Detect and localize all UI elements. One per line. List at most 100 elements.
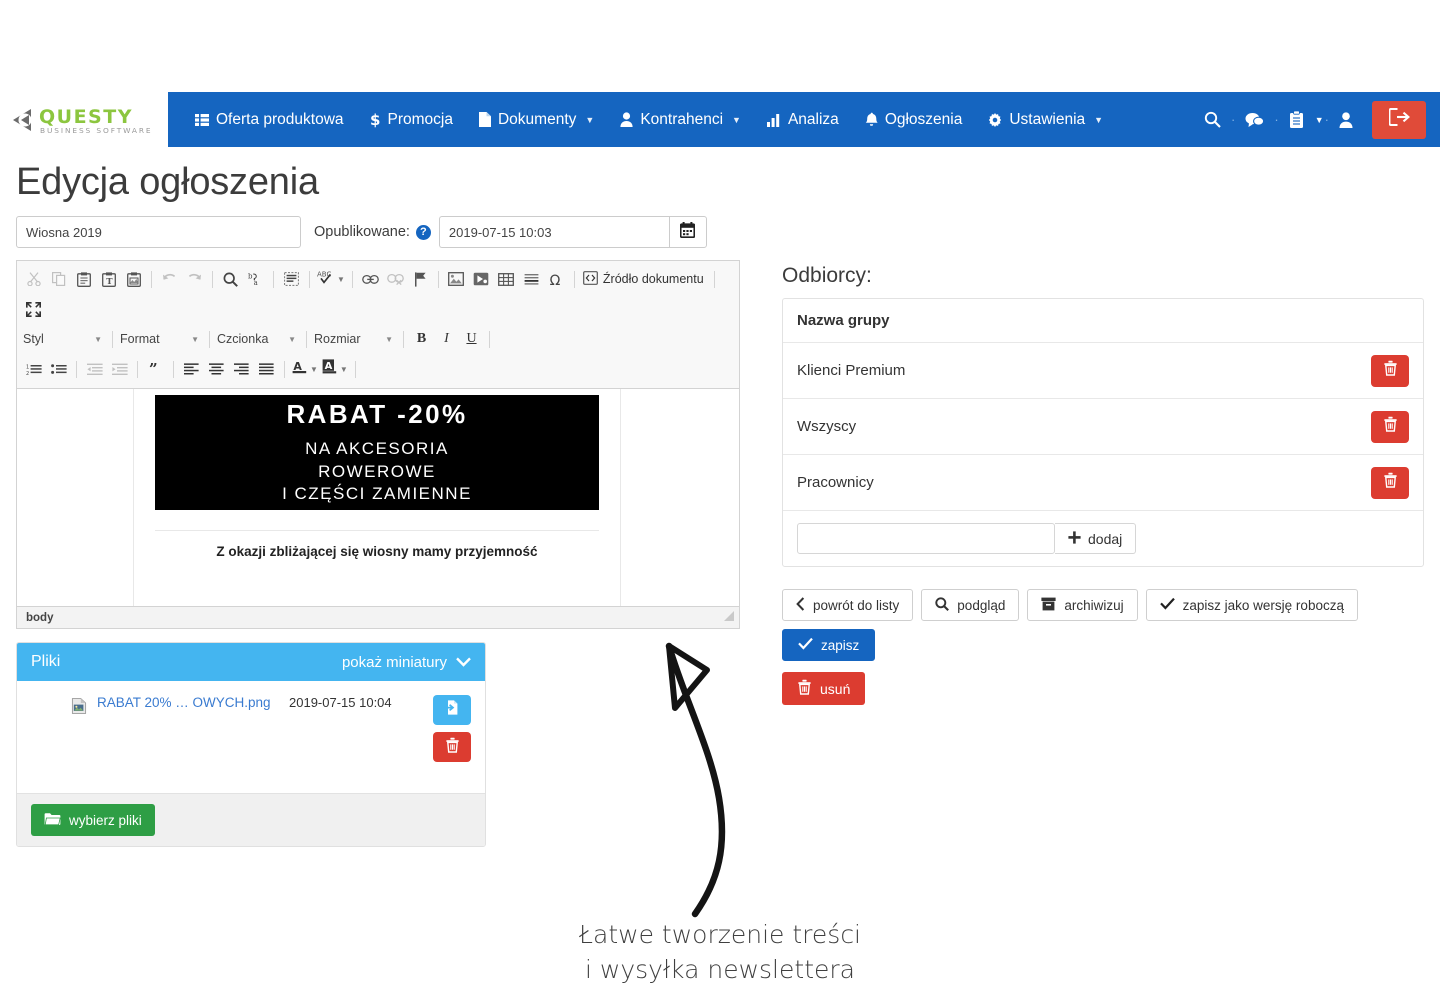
- paste-word-icon[interactable]: [121, 268, 146, 290]
- toolbar-separator: [212, 270, 213, 288]
- questy-logo-svg: QUESTY BUSINESS SOFTWARE: [13, 106, 153, 135]
- table-icon[interactable]: [494, 268, 519, 290]
- clipboard-icon[interactable]: [1280, 111, 1313, 128]
- align-left-icon[interactable]: [179, 358, 204, 380]
- toolbar-separator: [309, 270, 310, 288]
- undo-icon[interactable]: [157, 268, 182, 290]
- nav-item-kontrahenci[interactable]: Kontrahenci ▼: [607, 92, 754, 147]
- format-select[interactable]: Format ▼: [118, 328, 204, 350]
- logout-button[interactable]: [1372, 100, 1426, 139]
- search-icon[interactable]: [218, 268, 243, 290]
- source-code-label: Źródło dokumentu: [602, 272, 704, 286]
- bulleted-list-icon[interactable]: [46, 358, 71, 380]
- add-group-button[interactable]: dodaj: [1055, 523, 1137, 554]
- editor-toolbar-row-3: 12 ” A ▼ A ▼: [17, 354, 739, 388]
- size-select[interactable]: Rozmiar ▼: [312, 328, 398, 350]
- omega-icon[interactable]: Ω: [544, 268, 569, 290]
- nav-item-oferta-produktowa[interactable]: Oferta produktowa: [182, 92, 357, 147]
- nav-item-analiza[interactable]: Analiza: [754, 92, 852, 147]
- resize-handle-icon[interactable]: [723, 610, 735, 625]
- blockquote-icon[interactable]: ”: [143, 358, 168, 380]
- editor-document[interactable]: RABAT -20% NA AKCESORIA ROWEROWE I CZĘŚC…: [134, 389, 620, 606]
- editor-right-margin: [620, 389, 739, 606]
- archive-button[interactable]: archiwizuj: [1027, 589, 1138, 621]
- person-icon[interactable]: [1330, 111, 1362, 128]
- caption-text: Łatwe tworzenie treści i wysyłka newslet…: [0, 918, 1440, 987]
- file-download-icon: [444, 699, 461, 721]
- font-select-label: Czcionka: [217, 332, 269, 346]
- svg-text:BUSINESS SOFTWARE: BUSINESS SOFTWARE: [40, 126, 153, 135]
- text-color-button[interactable]: A ▼: [290, 359, 320, 379]
- numbered-list-icon[interactable]: 12: [21, 358, 46, 380]
- nav-item-ogloszenia[interactable]: Ogłoszenia: [852, 92, 976, 147]
- nav-label: Analiza: [787, 110, 839, 128]
- editor-content-area[interactable]: RABAT -20% NA AKCESORIA ROWEROWE I CZĘŚC…: [17, 388, 739, 606]
- image-icon[interactable]: [444, 268, 469, 290]
- link-icon[interactable]: [358, 268, 383, 290]
- paste-icon[interactable]: [71, 268, 96, 290]
- spellcheck-button[interactable]: ABC ▼: [315, 269, 347, 289]
- choose-files-button[interactable]: wybierz pliki: [31, 804, 155, 836]
- nav-item-dokumenty[interactable]: Dokumenty ▼: [466, 92, 607, 147]
- chat-icon[interactable]: [1236, 112, 1273, 128]
- outdent-icon[interactable]: [82, 358, 107, 380]
- save-draft-button[interactable]: zapisz jako wersję roboczą: [1145, 589, 1358, 621]
- select-all-icon[interactable]: [279, 268, 304, 290]
- toolbar-separator: [76, 360, 77, 378]
- page-title: Edycja ogłoszenia: [16, 161, 319, 203]
- bold-icon[interactable]: B: [409, 328, 434, 350]
- banner-subline-2: ROWEROWE: [318, 461, 436, 481]
- show-thumbnails-toggle[interactable]: pokaż miniatury: [342, 654, 471, 671]
- trash-icon: [445, 737, 460, 758]
- delete-group-button[interactable]: [1371, 466, 1409, 499]
- align-center-icon[interactable]: [204, 358, 229, 380]
- group-select[interactable]: [797, 523, 1055, 554]
- paste-text-icon[interactable]: T: [96, 268, 121, 290]
- underline-icon[interactable]: U: [459, 328, 484, 350]
- align-right-icon[interactable]: [229, 358, 254, 380]
- file-download-button[interactable]: [433, 695, 471, 725]
- redo-icon[interactable]: [182, 268, 207, 290]
- publish-date-input[interactable]: 2019-07-15 10:03: [438, 216, 669, 248]
- background-color-button[interactable]: A ▼: [320, 359, 350, 379]
- nav-item-promocja[interactable]: $ Promocja: [357, 92, 466, 147]
- media-icon[interactable]: [469, 268, 494, 290]
- file-name-link[interactable]: RABAT 20% … OWYCH.png: [97, 695, 289, 710]
- group-name: Klienci Premium: [797, 362, 906, 379]
- banner-headline: RABAT -20%: [286, 399, 468, 430]
- replace-icon[interactable]: ba: [243, 268, 268, 290]
- indent-icon[interactable]: [107, 358, 132, 380]
- style-select[interactable]: Styl ▼: [21, 328, 107, 350]
- italic-icon[interactable]: I: [434, 328, 459, 350]
- anchor-flag-icon[interactable]: [408, 268, 433, 290]
- search-icon[interactable]: [1195, 111, 1230, 128]
- font-select[interactable]: Czcionka ▼: [215, 328, 301, 350]
- calendar-button[interactable]: [668, 216, 707, 248]
- published-label-text: Opublikowane:: [314, 224, 410, 240]
- preview-button[interactable]: podgląd: [921, 589, 1020, 621]
- horizontal-rule-icon[interactable]: [519, 268, 544, 290]
- copy-icon[interactable]: [46, 268, 71, 290]
- banner-subline-3: I CZĘŚCI ZAMIENNE: [282, 484, 472, 504]
- question-mark-icon[interactable]: ?: [415, 224, 431, 240]
- promo-banner: RABAT -20% NA AKCESORIA ROWEROWE I CZĘŚC…: [155, 395, 599, 510]
- delete-group-button[interactable]: [1371, 354, 1409, 387]
- announcement-title-input[interactable]: Wiosna 2019: [16, 216, 301, 248]
- delete-group-button[interactable]: [1371, 410, 1409, 443]
- file-delete-button[interactable]: [433, 732, 471, 762]
- back-to-list-button[interactable]: powrót do listy: [782, 589, 914, 621]
- chevron-down-icon[interactable]: ▼: [1313, 115, 1324, 125]
- maximize-icon[interactable]: [21, 298, 46, 320]
- align-justify-icon[interactable]: [254, 358, 279, 380]
- calendar-icon: [680, 221, 696, 243]
- back-to-list-label: powrót do listy: [813, 597, 900, 613]
- unlink-icon[interactable]: [383, 268, 408, 290]
- element-path[interactable]: body: [26, 612, 53, 624]
- nav-item-ustawienia[interactable]: Ustawienia ▼: [975, 92, 1116, 147]
- nav-right-tools: · · ▼ ·: [1195, 92, 1440, 147]
- delete-button[interactable]: usuń: [782, 672, 866, 705]
- brand-logo[interactable]: QUESTY BUSINESS SOFTWARE: [0, 92, 168, 147]
- save-button[interactable]: zapisz: [782, 629, 876, 661]
- source-code-button[interactable]: Źródło dokumentu: [580, 270, 709, 288]
- cut-icon[interactable]: [21, 268, 46, 290]
